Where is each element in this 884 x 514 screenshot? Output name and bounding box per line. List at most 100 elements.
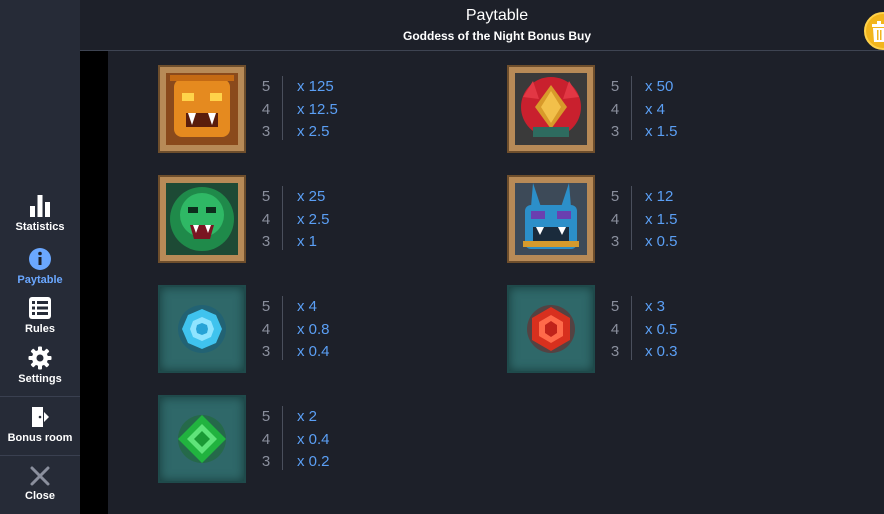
symbol-red-gem (507, 285, 595, 373)
count-label: 5 (261, 408, 271, 425)
sidebar-item-label: Settings (18, 373, 62, 385)
bar-chart-icon (30, 195, 50, 217)
payout-value: x 25 (297, 188, 326, 205)
green-serpent-mask-icon (166, 183, 238, 255)
green-gem-icon (178, 415, 226, 463)
count-label: 3 (261, 343, 271, 360)
close-icon (30, 466, 50, 486)
sidebar-item-statistics[interactable]: Statistics (0, 194, 80, 233)
column-divider (282, 186, 283, 250)
sidebar-item-close[interactable]: Close (0, 465, 80, 502)
list-icon (29, 297, 51, 319)
count-label: 5 (610, 298, 620, 315)
count-column: 5 4 3 (608, 76, 622, 144)
blue-gem-icon (178, 305, 226, 353)
page-subtitle: Goddess of the Night Bonus Buy (403, 29, 591, 43)
column-divider (631, 186, 632, 250)
payout-column: x 25 x 2.5 x 1 (297, 186, 330, 254)
sidebar-item-settings[interactable]: Settings (0, 346, 80, 385)
symbol-red-feathered-mask (507, 65, 595, 153)
count-label: 4 (261, 210, 271, 228)
gear-icon (28, 346, 52, 370)
count-label: 4 (261, 430, 271, 448)
sidebar-item-paytable[interactable]: Paytable (0, 247, 80, 286)
sidebar-item-label: Rules (25, 323, 55, 335)
page-title: Paytable (465, 7, 529, 24)
payout-value: x 0.4 (297, 430, 330, 448)
left-margin-strip (80, 50, 108, 514)
count-column: 5 4 3 (259, 76, 273, 144)
payout-column: x 125 x 12.5 x 2.5 (297, 76, 338, 144)
red-gem-icon (527, 305, 575, 353)
payout-value: x 12 (645, 188, 674, 205)
count-column: 5 4 3 (259, 186, 273, 254)
column-divider (631, 296, 632, 360)
payout-value: x 1.5 (645, 123, 678, 140)
payout-value: x 2.5 (297, 210, 330, 228)
sidebar-item-label: Bonus room (7, 432, 73, 444)
count-label: 4 (610, 210, 620, 228)
payout-column: x 3 x 0.5 x 0.3 (645, 296, 678, 364)
count-label: 5 (261, 188, 271, 205)
sidebar: Statistics Paytable Rules Settings Bonus… (0, 0, 80, 514)
payout-column: x 50 x 4 x 1.5 (645, 76, 678, 144)
count-label: 5 (610, 78, 620, 95)
count-column: 5 4 3 (259, 406, 273, 474)
payout-value: x 2.5 (297, 123, 330, 140)
payout-value: x 125 (297, 78, 334, 95)
header: Paytable Goddess of the Night Bonus Buy (80, 0, 884, 51)
count-label: 3 (261, 233, 271, 250)
count-label: 5 (261, 78, 271, 95)
count-column: 5 4 3 (608, 296, 622, 364)
sidebar-divider (0, 396, 80, 397)
payout-value: x 0.5 (645, 320, 678, 338)
info-icon (29, 248, 51, 270)
payout-value: x 12.5 (297, 100, 338, 118)
payout-value: x 4 (645, 100, 666, 118)
count-label: 3 (261, 123, 271, 140)
payout-column: x 12 x 1.5 x 0.5 (645, 186, 678, 254)
count-label: 3 (610, 343, 620, 360)
symbol-blue-rabbit-mask (507, 175, 595, 263)
sidebar-item-bonus-room[interactable]: Bonus room (0, 405, 80, 444)
blue-rabbit-mask-icon (515, 183, 587, 255)
count-label: 3 (261, 453, 271, 470)
payout-value: x 1 (297, 233, 318, 250)
count-label: 3 (610, 123, 620, 140)
symbol-orange-mask (158, 65, 246, 153)
symbol-blue-gem (158, 285, 246, 373)
red-feathered-mask-icon (515, 73, 587, 145)
payout-value: x 0.5 (645, 233, 678, 250)
sidebar-item-label: Paytable (17, 274, 63, 286)
payout-value: x 3 (645, 298, 666, 315)
column-divider (282, 406, 283, 470)
count-label: 3 (610, 233, 620, 250)
door-icon (32, 407, 49, 427)
count-column: 5 4 3 (259, 296, 273, 364)
count-label: 4 (610, 100, 620, 118)
orange-mask-icon (166, 73, 238, 145)
symbol-green-gem (158, 395, 246, 483)
count-label: 4 (610, 320, 620, 338)
count-label: 4 (261, 320, 271, 338)
count-label: 4 (261, 100, 271, 118)
count-label: 5 (261, 298, 271, 315)
payout-value: x 0.2 (297, 453, 330, 470)
payout-value: x 50 (645, 78, 674, 95)
sidebar-divider (0, 455, 80, 456)
sidebar-item-label: Statistics (15, 221, 65, 233)
column-divider (631, 76, 632, 140)
column-divider (282, 76, 283, 140)
column-divider (282, 296, 283, 360)
count-label: 5 (610, 188, 620, 205)
payout-column: x 2 x 0.4 x 0.2 (297, 406, 330, 474)
payout-column: x 4 x 0.8 x 0.4 (297, 296, 330, 364)
payout-value: x 0.8 (297, 320, 330, 338)
payout-value: x 4 (297, 298, 318, 315)
count-column: 5 4 3 (608, 186, 622, 254)
sidebar-item-rules[interactable]: Rules (0, 296, 80, 335)
symbol-green-serpent-mask (158, 175, 246, 263)
payout-value: x 2 (297, 408, 318, 425)
payout-value: x 0.3 (645, 343, 678, 360)
payout-value: x 0.4 (297, 343, 330, 360)
